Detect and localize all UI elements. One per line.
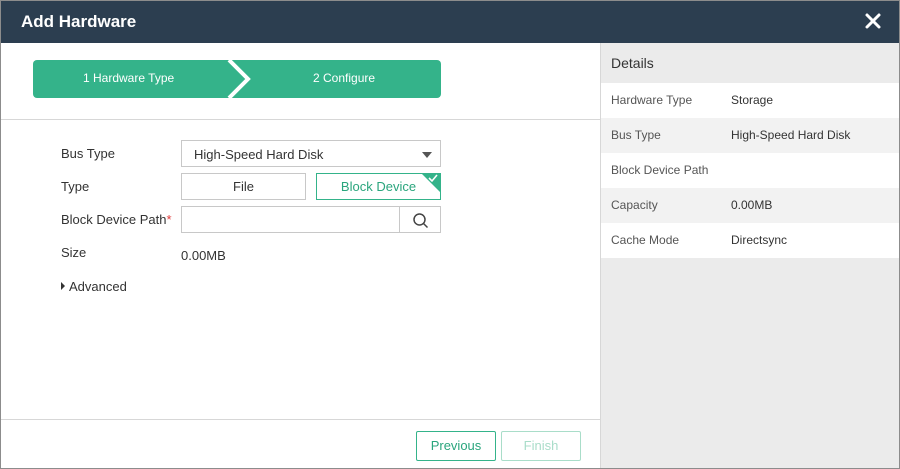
previous-button[interactable]: Previous bbox=[416, 431, 496, 461]
details-value: Storage bbox=[731, 93, 774, 107]
divider bbox=[1, 119, 600, 120]
type-file-label: File bbox=[233, 179, 254, 194]
type-block-device-button[interactable]: Block Device bbox=[316, 173, 441, 200]
bus-type-value: High-Speed Hard Disk bbox=[194, 147, 324, 162]
browse-button[interactable] bbox=[399, 206, 441, 233]
caret-right-icon bbox=[61, 282, 65, 290]
chevron-down-icon bbox=[422, 152, 432, 158]
dialog-title: Add Hardware bbox=[21, 12, 137, 31]
footer-divider bbox=[1, 419, 600, 420]
details-key: Capacity bbox=[611, 198, 658, 212]
block-device-path-label-text: Block Device Path bbox=[61, 212, 167, 227]
details-row: Block Device Path bbox=[601, 153, 899, 188]
details-key: Bus Type bbox=[611, 128, 661, 142]
details-value: High-Speed Hard Disk bbox=[731, 128, 851, 142]
details-key: Hardware Type bbox=[611, 93, 693, 107]
bus-type-label: Bus Type bbox=[61, 146, 115, 161]
details-value: Directsync bbox=[731, 233, 788, 247]
wizard-steps: 1 Hardware Type 2 Configure bbox=[33, 60, 441, 98]
step-hardware-type[interactable]: 1 Hardware Type bbox=[83, 71, 174, 85]
search-icon bbox=[413, 213, 429, 229]
block-device-path-input[interactable] bbox=[181, 206, 401, 233]
advanced-toggle[interactable]: Advanced bbox=[61, 279, 127, 294]
add-hardware-dialog: Add Hardware 1 Hardware Type 2 Configure… bbox=[0, 0, 900, 469]
details-row: Bus Type High-Speed Hard Disk bbox=[601, 118, 899, 153]
type-block-device-label: Block Device bbox=[340, 179, 417, 194]
details-key: Cache Mode bbox=[611, 233, 680, 247]
details-value: 0.00MB bbox=[731, 198, 773, 212]
type-file-button[interactable]: File bbox=[181, 173, 306, 200]
size-label: Size bbox=[61, 245, 87, 260]
required-mark: * bbox=[166, 212, 172, 227]
details-key: Block Device Path bbox=[611, 163, 709, 177]
config-panel: 1 Hardware Type 2 Configure Bus Type Hig… bbox=[1, 43, 601, 468]
finish-button[interactable]: Finish bbox=[501, 431, 581, 461]
details-row: Capacity 0.00MB bbox=[601, 188, 899, 223]
checkmark-icon bbox=[428, 174, 438, 183]
block-device-path-label: Block Device Path* bbox=[61, 212, 172, 227]
details-row: Cache Mode Directsync bbox=[601, 223, 899, 258]
details-panel: Details Hardware Type Storage Bus Type H… bbox=[601, 43, 899, 468]
details-row: Hardware Type Storage bbox=[601, 83, 899, 118]
type-label: Type bbox=[61, 179, 90, 194]
dialog-titlebar: Add Hardware bbox=[1, 1, 899, 43]
details-title: Details bbox=[611, 55, 654, 71]
advanced-label: Advanced bbox=[69, 279, 127, 294]
close-icon[interactable] bbox=[863, 11, 883, 31]
size-value: 0.00MB bbox=[181, 248, 226, 263]
bus-type-select[interactable]: High-Speed Hard Disk bbox=[181, 140, 441, 167]
step-configure[interactable]: 2 Configure bbox=[313, 71, 375, 85]
